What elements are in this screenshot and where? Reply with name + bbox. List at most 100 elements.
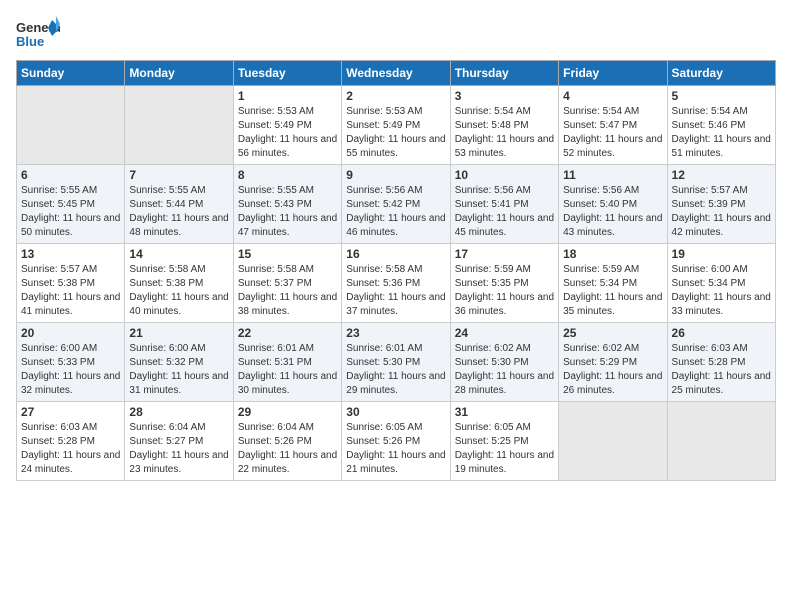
daylight-text: Daylight: 11 hours and 40 minutes.: [129, 292, 228, 317]
day-number: 10: [455, 168, 554, 182]
weekday-header: Tuesday: [233, 61, 341, 86]
day-info: Sunrise: 6:05 AM Sunset: 5:26 PM Dayligh…: [346, 421, 445, 477]
daylight-text: Daylight: 11 hours and 24 minutes.: [21, 450, 120, 475]
sunrise-text: Sunrise: 5:56 AM: [455, 185, 531, 196]
sunrise-text: Sunrise: 6:03 AM: [21, 422, 97, 433]
day-number: 27: [21, 405, 120, 419]
calendar-day-cell: 10 Sunrise: 5:56 AM Sunset: 5:41 PM Dayl…: [450, 165, 558, 244]
day-number: 20: [21, 326, 120, 340]
sunrise-text: Sunrise: 6:01 AM: [238, 343, 314, 354]
calendar-week-row: 20 Sunrise: 6:00 AM Sunset: 5:33 PM Dayl…: [17, 323, 776, 402]
calendar-day-cell: 25 Sunrise: 6:02 AM Sunset: 5:29 PM Dayl…: [559, 323, 667, 402]
daylight-text: Daylight: 11 hours and 30 minutes.: [238, 371, 337, 396]
calendar-day-cell: 4 Sunrise: 5:54 AM Sunset: 5:47 PM Dayli…: [559, 86, 667, 165]
day-info: Sunrise: 5:59 AM Sunset: 5:34 PM Dayligh…: [563, 263, 662, 319]
day-info: Sunrise: 5:54 AM Sunset: 5:48 PM Dayligh…: [455, 105, 554, 161]
calendar-day-cell: 26 Sunrise: 6:03 AM Sunset: 5:28 PM Dayl…: [667, 323, 775, 402]
weekday-header: Thursday: [450, 61, 558, 86]
sunset-text: Sunset: 5:30 PM: [455, 357, 529, 368]
weekday-header: Sunday: [17, 61, 125, 86]
day-number: 1: [238, 89, 337, 103]
day-number: 21: [129, 326, 228, 340]
sunset-text: Sunset: 5:32 PM: [129, 357, 203, 368]
calendar-day-cell: 14 Sunrise: 5:58 AM Sunset: 5:38 PM Dayl…: [125, 244, 233, 323]
calendar-day-cell: 12 Sunrise: 5:57 AM Sunset: 5:39 PM Dayl…: [667, 165, 775, 244]
calendar-day-cell: 24 Sunrise: 6:02 AM Sunset: 5:30 PM Dayl…: [450, 323, 558, 402]
sunset-text: Sunset: 5:28 PM: [672, 357, 746, 368]
sunset-text: Sunset: 5:47 PM: [563, 120, 637, 131]
calendar-day-cell: 11 Sunrise: 5:56 AM Sunset: 5:40 PM Dayl…: [559, 165, 667, 244]
sunset-text: Sunset: 5:39 PM: [672, 199, 746, 210]
calendar-day-cell: [559, 402, 667, 481]
sunset-text: Sunset: 5:36 PM: [346, 278, 420, 289]
day-number: 18: [563, 247, 662, 261]
day-number: 31: [455, 405, 554, 419]
calendar-day-cell: 6 Sunrise: 5:55 AM Sunset: 5:45 PM Dayli…: [17, 165, 125, 244]
daylight-text: Daylight: 11 hours and 22 minutes.: [238, 450, 337, 475]
calendar-day-cell: 7 Sunrise: 5:55 AM Sunset: 5:44 PM Dayli…: [125, 165, 233, 244]
daylight-text: Daylight: 11 hours and 51 minutes.: [672, 134, 771, 159]
calendar-day-cell: 17 Sunrise: 5:59 AM Sunset: 5:35 PM Dayl…: [450, 244, 558, 323]
calendar-day-cell: 16 Sunrise: 5:58 AM Sunset: 5:36 PM Dayl…: [342, 244, 450, 323]
sunset-text: Sunset: 5:46 PM: [672, 120, 746, 131]
calendar-week-row: 27 Sunrise: 6:03 AM Sunset: 5:28 PM Dayl…: [17, 402, 776, 481]
day-info: Sunrise: 6:01 AM Sunset: 5:30 PM Dayligh…: [346, 342, 445, 398]
sunrise-text: Sunrise: 5:58 AM: [129, 264, 205, 275]
sunset-text: Sunset: 5:48 PM: [455, 120, 529, 131]
daylight-text: Daylight: 11 hours and 36 minutes.: [455, 292, 554, 317]
sunrise-text: Sunrise: 5:56 AM: [346, 185, 422, 196]
calendar-day-cell: [667, 402, 775, 481]
calendar-day-cell: 23 Sunrise: 6:01 AM Sunset: 5:30 PM Dayl…: [342, 323, 450, 402]
day-number: 13: [21, 247, 120, 261]
sunset-text: Sunset: 5:37 PM: [238, 278, 312, 289]
daylight-text: Daylight: 11 hours and 43 minutes.: [563, 213, 662, 238]
calendar-day-cell: 22 Sunrise: 6:01 AM Sunset: 5:31 PM Dayl…: [233, 323, 341, 402]
sunrise-text: Sunrise: 5:56 AM: [563, 185, 639, 196]
day-number: 7: [129, 168, 228, 182]
calendar-day-cell: 19 Sunrise: 6:00 AM Sunset: 5:34 PM Dayl…: [667, 244, 775, 323]
daylight-text: Daylight: 11 hours and 47 minutes.: [238, 213, 337, 238]
day-info: Sunrise: 5:58 AM Sunset: 5:37 PM Dayligh…: [238, 263, 337, 319]
day-info: Sunrise: 5:54 AM Sunset: 5:46 PM Dayligh…: [672, 105, 771, 161]
sunset-text: Sunset: 5:26 PM: [346, 436, 420, 447]
sunset-text: Sunset: 5:49 PM: [346, 120, 420, 131]
daylight-text: Daylight: 11 hours and 32 minutes.: [21, 371, 120, 396]
sunrise-text: Sunrise: 5:54 AM: [563, 106, 639, 117]
daylight-text: Daylight: 11 hours and 55 minutes.: [346, 134, 445, 159]
day-info: Sunrise: 6:02 AM Sunset: 5:29 PM Dayligh…: [563, 342, 662, 398]
day-info: Sunrise: 6:00 AM Sunset: 5:34 PM Dayligh…: [672, 263, 771, 319]
calendar-day-cell: 28 Sunrise: 6:04 AM Sunset: 5:27 PM Dayl…: [125, 402, 233, 481]
sunrise-text: Sunrise: 6:01 AM: [346, 343, 422, 354]
calendar-day-cell: 31 Sunrise: 6:05 AM Sunset: 5:25 PM Dayl…: [450, 402, 558, 481]
day-number: 5: [672, 89, 771, 103]
sunset-text: Sunset: 5:34 PM: [672, 278, 746, 289]
day-info: Sunrise: 5:55 AM Sunset: 5:43 PM Dayligh…: [238, 184, 337, 240]
sunset-text: Sunset: 5:34 PM: [563, 278, 637, 289]
sunset-text: Sunset: 5:43 PM: [238, 199, 312, 210]
sunrise-text: Sunrise: 6:02 AM: [455, 343, 531, 354]
page-header: General Blue: [16, 16, 776, 52]
day-number: 12: [672, 168, 771, 182]
calendar-table: SundayMondayTuesdayWednesdayThursdayFrid…: [16, 60, 776, 481]
daylight-text: Daylight: 11 hours and 26 minutes.: [563, 371, 662, 396]
day-number: 28: [129, 405, 228, 419]
daylight-text: Daylight: 11 hours and 33 minutes.: [672, 292, 771, 317]
day-number: 14: [129, 247, 228, 261]
day-info: Sunrise: 5:54 AM Sunset: 5:47 PM Dayligh…: [563, 105, 662, 161]
day-number: 3: [455, 89, 554, 103]
sunrise-text: Sunrise: 5:58 AM: [346, 264, 422, 275]
sunrise-text: Sunrise: 5:54 AM: [672, 106, 748, 117]
calendar-day-cell: [17, 86, 125, 165]
day-number: 26: [672, 326, 771, 340]
daylight-text: Daylight: 11 hours and 19 minutes.: [455, 450, 554, 475]
day-info: Sunrise: 5:57 AM Sunset: 5:38 PM Dayligh…: [21, 263, 120, 319]
daylight-text: Daylight: 11 hours and 23 minutes.: [129, 450, 228, 475]
sunrise-text: Sunrise: 5:54 AM: [455, 106, 531, 117]
sunrise-text: Sunrise: 5:55 AM: [129, 185, 205, 196]
daylight-text: Daylight: 11 hours and 56 minutes.: [238, 134, 337, 159]
svg-text:Blue: Blue: [16, 34, 44, 49]
day-info: Sunrise: 5:53 AM Sunset: 5:49 PM Dayligh…: [238, 105, 337, 161]
daylight-text: Daylight: 11 hours and 25 minutes.: [672, 371, 771, 396]
day-info: Sunrise: 5:59 AM Sunset: 5:35 PM Dayligh…: [455, 263, 554, 319]
day-info: Sunrise: 6:00 AM Sunset: 5:33 PM Dayligh…: [21, 342, 120, 398]
